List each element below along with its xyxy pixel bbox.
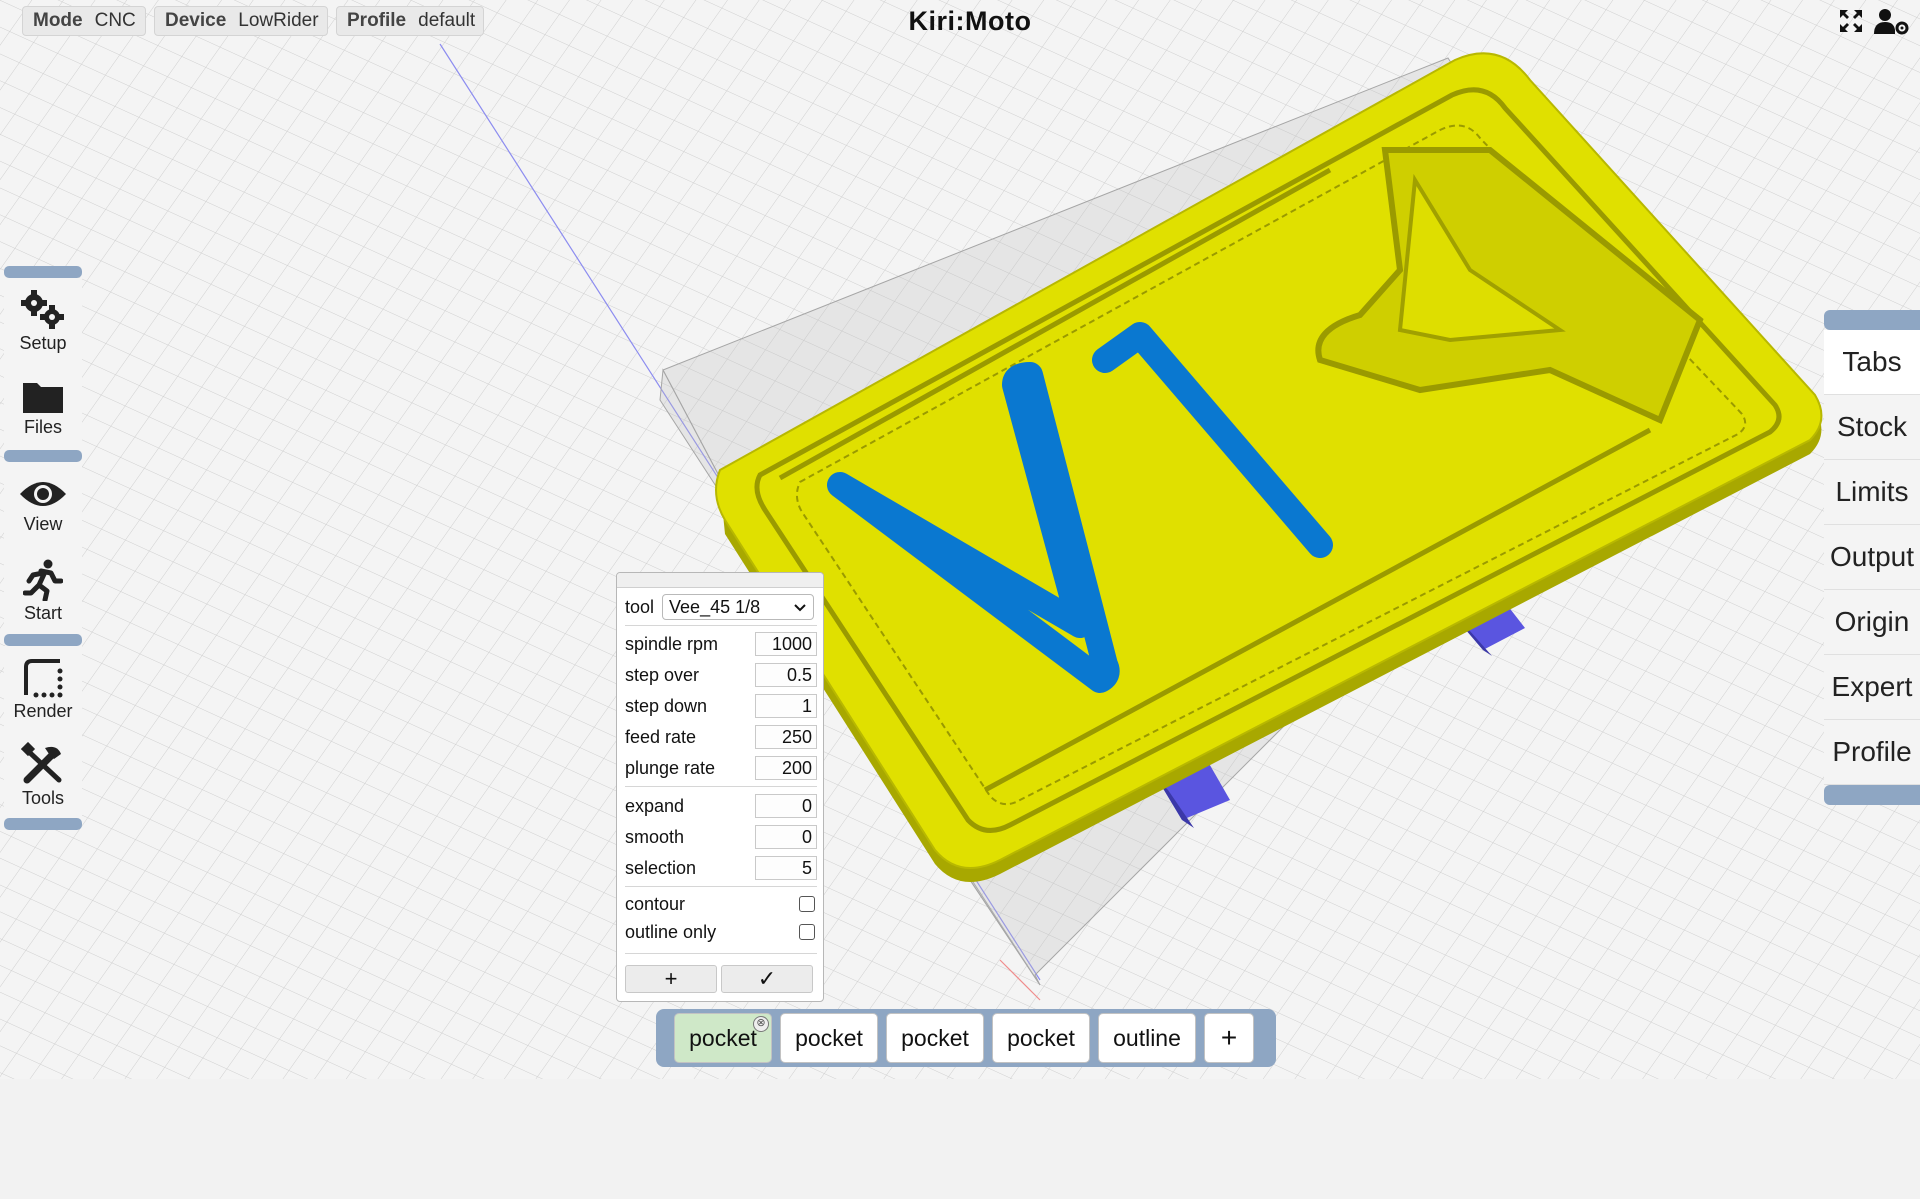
step-down-input[interactable]: 1 (755, 694, 817, 718)
operations-bar: pocket ⊗ pocket pocket pocket outline + (656, 1009, 1276, 1067)
op-tab-pocket[interactable]: pocket (992, 1013, 1090, 1063)
expand-input[interactable]: 0 (755, 794, 817, 818)
tab-origin[interactable]: Origin (1824, 590, 1920, 655)
field-row: selection 5 (625, 855, 817, 881)
nav-setup[interactable]: Setup (4, 278, 82, 364)
tab-limits[interactable]: Limits (1824, 460, 1920, 525)
nav-files-label: Files (23, 416, 62, 437)
spindle-rpm-input[interactable]: 1000 (755, 632, 817, 656)
gears-icon (16, 289, 70, 331)
plunge-rate-label: plunge rate (625, 757, 716, 778)
nav-setup-label: Setup (19, 332, 67, 353)
nav-divider (4, 266, 82, 278)
contour-checkbox[interactable] (799, 896, 815, 912)
user-settings-icon[interactable] (1874, 8, 1910, 41)
tab-profile[interactable]: Profile (1824, 720, 1920, 785)
op-tab-label: pocket (1007, 1024, 1075, 1051)
nav-files[interactable]: Files (4, 364, 82, 450)
step-over-input[interactable]: 0.5 (755, 663, 817, 687)
op-tab-pocket[interactable]: pocket (780, 1013, 878, 1063)
outline-only-label: outline only (625, 921, 717, 942)
folder-icon (21, 377, 65, 415)
op-tab-label: outline (1113, 1024, 1181, 1051)
feed-rate-label: feed rate (625, 726, 697, 747)
check-row: outline only (625, 919, 817, 945)
nav-divider (4, 450, 82, 462)
field-row: smooth 0 (625, 824, 817, 850)
feed-rate-input[interactable]: 250 (755, 725, 817, 749)
selection-label: selection (625, 857, 697, 878)
panel-divider (625, 953, 817, 954)
nav-render[interactable]: Render (4, 646, 82, 732)
chevron-down-icon (793, 597, 807, 618)
tab-stock[interactable]: Stock (1824, 395, 1920, 460)
field-row: plunge rate 200 (625, 755, 817, 781)
tab-tabs[interactable]: Tabs (1824, 330, 1920, 395)
fullscreen-icon[interactable] (1838, 8, 1864, 39)
add-button[interactable]: + (625, 965, 717, 993)
tool-label: tool (625, 596, 655, 617)
step-down-label: step down (625, 695, 708, 716)
confirm-button[interactable]: ✓ (721, 965, 813, 993)
panel-divider (625, 786, 817, 787)
check-row: contour (625, 891, 817, 917)
nav-divider (4, 634, 82, 646)
close-icon[interactable]: ⊗ (753, 1016, 769, 1032)
op-tab-pocket[interactable]: pocket ⊗ (674, 1013, 772, 1063)
smooth-label: smooth (625, 826, 685, 847)
top-bar: Mode CNC Device LowRider Profile default… (0, 0, 1920, 44)
field-row: expand 0 (625, 793, 817, 819)
nav-tools-label: Tools (21, 787, 65, 808)
eye-icon (18, 476, 68, 512)
render-icon (22, 657, 64, 699)
app-title: Kiri:Moto (908, 6, 1032, 36)
scene-canvas[interactable] (0, 0, 1920, 1079)
plunge-rate-input[interactable]: 200 (755, 756, 817, 780)
panel-divider (625, 625, 817, 626)
tool-row: tool Vee_45 1/8 (625, 594, 817, 620)
3d-viewport[interactable] (0, 0, 1920, 1079)
op-tab-label: pocket (901, 1024, 969, 1051)
op-tab-label: pocket (689, 1024, 757, 1051)
tool-select[interactable]: Vee_45 1/8 (662, 594, 815, 620)
nav-start-label: Start (23, 602, 62, 623)
nav-tools[interactable]: Tools (4, 732, 82, 818)
spindle-rpm-label: spindle rpm (625, 633, 719, 654)
smooth-input[interactable]: 0 (755, 825, 817, 849)
tool-value: Vee_45 1/8 (669, 596, 761, 617)
tab-expert[interactable]: Expert (1824, 655, 1920, 720)
tab-output[interactable]: Output (1824, 525, 1920, 590)
left-nav: Setup Files View Start Render Tools (4, 266, 82, 830)
panel-divider (625, 886, 817, 887)
selection-input[interactable]: 5 (755, 856, 817, 880)
operation-panel: tool Vee_45 1/8 spindle rpm 1000 step ov… (616, 572, 824, 1002)
nav-view-label: View (23, 513, 63, 534)
op-tab-pocket[interactable]: pocket (886, 1013, 984, 1063)
add-operation-button[interactable]: + (1204, 1013, 1254, 1063)
expand-label: expand (625, 795, 685, 816)
field-row: feed rate 250 (625, 724, 817, 750)
op-tab-outline[interactable]: outline (1098, 1013, 1196, 1063)
rnav-divider (1824, 785, 1920, 805)
nav-view[interactable]: View (4, 462, 82, 548)
panel-drag-handle[interactable] (617, 573, 823, 588)
outline-only-checkbox[interactable] (799, 924, 815, 940)
op-tab-label: pocket (795, 1024, 863, 1051)
contour-label: contour (625, 893, 686, 914)
running-icon (23, 559, 63, 601)
tools-icon (21, 741, 65, 786)
nav-divider (4, 818, 82, 830)
step-over-label: step over (625, 664, 700, 685)
field-row: step over 0.5 (625, 662, 817, 688)
field-row: step down 1 (625, 693, 817, 719)
right-nav: Tabs Stock Limits Output Origin Expert P… (1824, 310, 1920, 805)
rnav-divider (1824, 310, 1920, 330)
field-row: spindle rpm 1000 (625, 631, 817, 657)
nav-render-label: Render (13, 700, 73, 721)
nav-start[interactable]: Start (4, 548, 82, 634)
